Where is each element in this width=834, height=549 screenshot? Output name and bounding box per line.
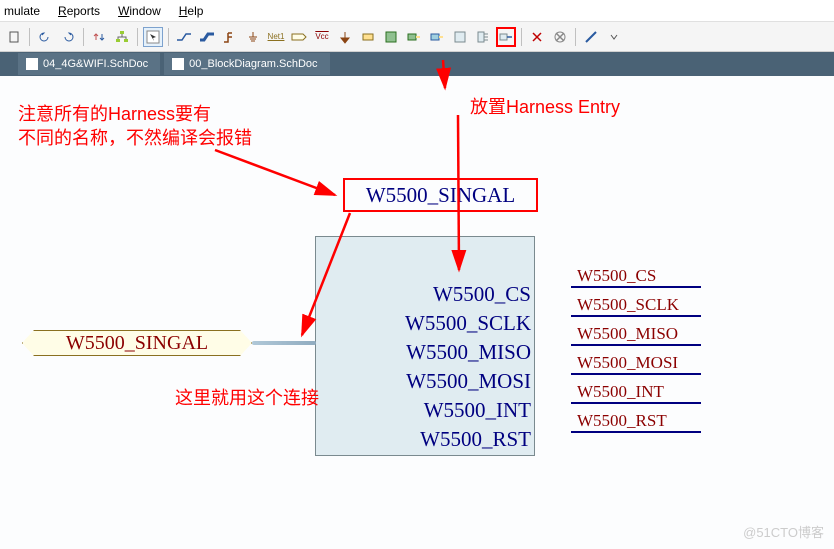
document-tabs: 04_4G&WIFI.SchDoc 00_BlockDiagram.SchDoc	[0, 52, 834, 76]
port[interactable]: W5500_SINGAL	[22, 330, 252, 356]
no-erc-icon[interactable]	[527, 27, 547, 47]
bus-icon[interactable]	[197, 27, 217, 47]
vcc-icon[interactable]: Vcc	[312, 27, 332, 47]
signal-harness-icon[interactable]	[220, 27, 240, 47]
sheet-entry-icon[interactable]	[404, 27, 424, 47]
net-labels: W5500_CS W5500_SCLK W5500_MISO W5500_MOS…	[571, 272, 701, 446]
doc-icon	[172, 58, 184, 70]
harness-entry[interactable]: W5500_SCLK	[405, 309, 531, 338]
net-label[interactable]: W5500_INT	[577, 382, 664, 402]
net-label[interactable]: W5500_RST	[577, 411, 667, 431]
tab-blockdiagram[interactable]: 00_BlockDiagram.SchDoc	[164, 53, 329, 75]
clipboard-icon[interactable]	[4, 27, 24, 47]
harness-entry[interactable]: W5500_INT	[405, 396, 531, 425]
wire[interactable]: W5500_INT	[571, 402, 701, 404]
annotation-use-connection: 这里就用这个连接	[175, 384, 319, 410]
doc-icon	[26, 58, 38, 70]
harness-entries: W5500_CS W5500_SCLK W5500_MISO W5500_MOS…	[405, 280, 531, 454]
net-label-icon[interactable]: Net1	[266, 27, 286, 47]
menu-help[interactable]: Help	[179, 4, 204, 18]
harness-connector[interactable]: W5500_CS W5500_SCLK W5500_MISO W5500_MOS…	[315, 236, 535, 456]
port-icon[interactable]	[289, 27, 309, 47]
menu-simulate[interactable]: mulate	[4, 4, 40, 18]
net-label[interactable]: W5500_MISO	[577, 324, 678, 344]
signal-harness-wire[interactable]	[252, 341, 316, 345]
harness-type-icon[interactable]	[473, 27, 493, 47]
sheet-symbol-icon[interactable]	[381, 27, 401, 47]
wire[interactable]: W5500_SCLK	[571, 315, 701, 317]
undo-icon[interactable]	[35, 27, 55, 47]
watermark: @51CTO博客	[743, 522, 824, 541]
harness-entry[interactable]: W5500_CS	[405, 280, 531, 309]
wire[interactable]: W5500_MOSI	[571, 373, 701, 375]
menu-bar: mulate Reports Window Help	[0, 0, 834, 22]
hierarchy-icon[interactable]	[112, 27, 132, 47]
toolbar: Net1 Vcc	[0, 22, 834, 52]
net-label[interactable]: W5500_MOSI	[577, 353, 678, 373]
wire-icon[interactable]	[174, 27, 194, 47]
tab-4g-wifi[interactable]: 04_4G&WIFI.SchDoc	[18, 53, 160, 75]
net-label[interactable]: W5500_CS	[577, 266, 656, 286]
net-label[interactable]: W5500_SCLK	[577, 295, 679, 315]
wire[interactable]: W5500_MISO	[571, 344, 701, 346]
gnd-icon[interactable]	[243, 27, 263, 47]
harness-entry[interactable]: W5500_RST	[405, 425, 531, 454]
harness-connector-icon[interactable]	[450, 27, 470, 47]
wire[interactable]: W5500_RST	[571, 431, 701, 433]
wire[interactable]: W5500_CS	[571, 286, 701, 288]
menu-window[interactable]: Window	[118, 4, 161, 18]
line-icon[interactable]	[581, 27, 601, 47]
move-up-icon[interactable]	[89, 27, 109, 47]
select-icon[interactable]	[143, 27, 163, 47]
compile-mask-icon[interactable]	[550, 27, 570, 47]
harness-entry[interactable]: W5500_MOSI	[405, 367, 531, 396]
annotation-naming-warning: 注意所有的Harness要有 不同的名称，不然编译会报错	[18, 102, 252, 150]
menu-reports[interactable]: Reports	[58, 4, 100, 18]
dropdown-icon[interactable]	[604, 27, 624, 47]
annotation-place-entry: 放置Harness Entry	[470, 93, 620, 119]
redo-icon[interactable]	[58, 27, 78, 47]
harness-entry-icon[interactable]	[496, 27, 516, 47]
device-sheet-icon[interactable]	[427, 27, 447, 47]
part-icon[interactable]	[358, 27, 378, 47]
gnd2-icon[interactable]	[335, 27, 355, 47]
harness-type-label[interactable]: W5500_SINGAL	[343, 178, 538, 212]
harness-entry[interactable]: W5500_MISO	[405, 338, 531, 367]
